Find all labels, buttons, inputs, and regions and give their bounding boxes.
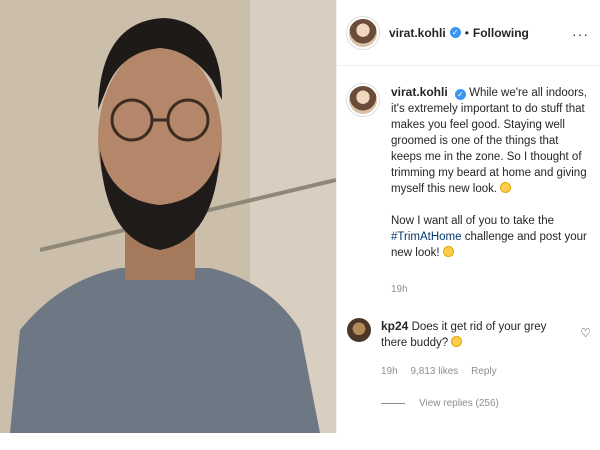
username-link[interactable]: virat.kohli (389, 26, 446, 40)
post-header: virat.kohli ✓ • Following ··· (337, 0, 600, 66)
following-button[interactable]: Following (473, 26, 529, 40)
caption-text: virat.kohli ✓ While we're all indoors, i… (391, 84, 587, 261)
view-replies-label[interactable]: View replies (256) (419, 398, 499, 409)
separator-dot: • (464, 25, 469, 40)
caption-timestamp[interactable]: 19h (391, 284, 408, 295)
post-side-panel: virat.kohli ✓ • Following ··· virat.kohl… (336, 0, 600, 433)
like-comment-heart-icon[interactable]: ♡ (580, 326, 591, 340)
avatar[interactable] (347, 16, 379, 49)
comment-username-link[interactable]: kp24 (381, 319, 408, 333)
caption-paragraph-2-start: Now I want all of you to take the (391, 215, 555, 227)
hashtag-link[interactable]: #TrimAtHome (391, 231, 462, 243)
bottom-margin (0, 433, 600, 450)
comment-avatar[interactable] (347, 318, 371, 342)
caption-avatar[interactable] (347, 84, 379, 116)
caption-paragraph-1: While we're all indoors, it's extremely … (391, 87, 587, 195)
laughing-emoji-icon (451, 336, 463, 347)
comment-timestamp[interactable]: 19h (381, 366, 398, 377)
sunglasses-emoji-icon (442, 246, 454, 257)
grinning-emoji-icon (500, 182, 512, 193)
caption: virat.kohli ✓ While we're all indoors, i… (347, 84, 587, 277)
reply-button[interactable]: Reply (471, 366, 497, 377)
post-image[interactable] (0, 0, 336, 433)
caption-username-link[interactable]: virat.kohli (391, 85, 448, 99)
comment-meta: 19h 9,813 likes Reply (381, 366, 507, 377)
comment-likes[interactable]: 9,813 likes (410, 366, 458, 377)
comment-item: kp24 Does it get rid of your grey there … (347, 318, 591, 409)
verified-icon: ✓ (454, 89, 466, 100)
view-replies-button[interactable]: View replies (256) (381, 398, 499, 409)
comment-text: kp24 Does it get rid of your grey there … (381, 318, 551, 351)
more-options-icon[interactable]: ··· (572, 26, 589, 42)
replies-divider-line (381, 403, 405, 404)
verified-icon: ✓ (449, 27, 461, 38)
post-photo (0, 0, 336, 433)
